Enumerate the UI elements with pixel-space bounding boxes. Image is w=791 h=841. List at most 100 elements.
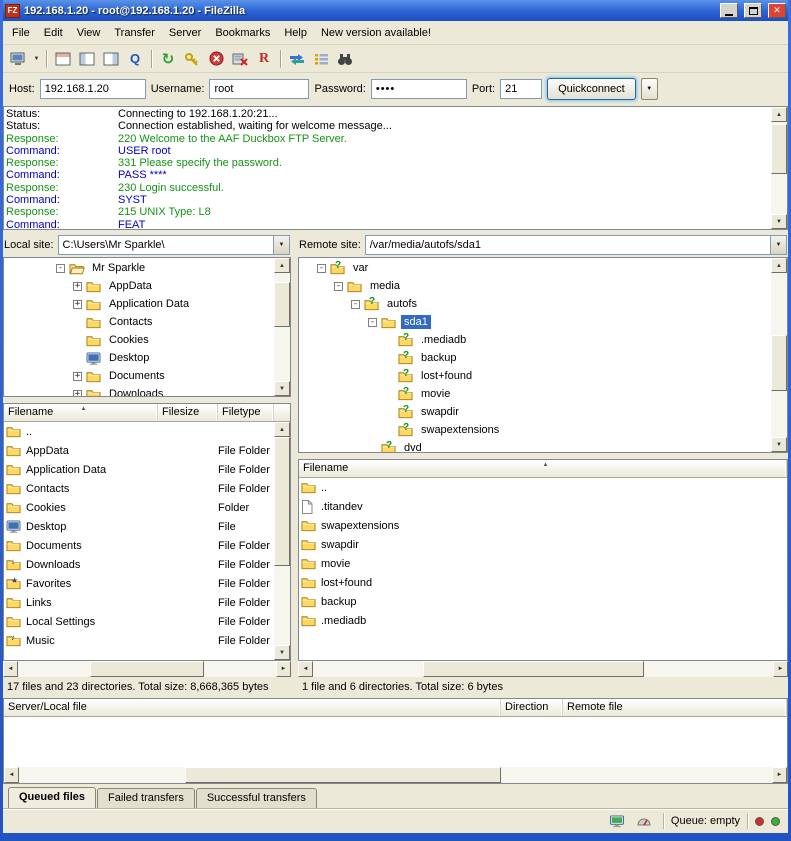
list-item-backup[interactable]: backup [299, 592, 787, 611]
tree-item-downloads[interactable]: +Downloads [5, 385, 273, 397]
column-header-direction[interactable]: Direction [501, 699, 563, 716]
column-header-remote-file[interactable]: Remote file [563, 699, 787, 716]
scroll-thumb[interactable] [771, 335, 787, 391]
expand-icon[interactable]: + [73, 372, 82, 381]
expand-icon[interactable]: + [73, 300, 82, 309]
tree-item-backup[interactable]: ?backup [300, 349, 770, 367]
site-manager-icon[interactable] [7, 48, 31, 70]
local-tree-vertical-scrollbar[interactable]: ▲ ▼ [274, 258, 290, 396]
cancel-icon[interactable] [204, 48, 228, 70]
scroll-thumb[interactable] [423, 661, 644, 677]
scroll-track[interactable] [19, 767, 772, 783]
menu-file[interactable]: File [5, 24, 37, 42]
scroll-track[interactable] [274, 437, 290, 645]
directory-comparison-icon[interactable] [285, 48, 309, 70]
collapse-icon[interactable]: - [334, 282, 343, 291]
chevron-down-icon[interactable]: ▼ [273, 236, 289, 254]
tree-item-contacts[interactable]: Contacts [5, 313, 273, 331]
tree-item-documents[interactable]: +Documents [5, 367, 273, 385]
password-input[interactable] [371, 79, 467, 99]
list-item--mediadb[interactable]: .mediadb [299, 611, 787, 630]
expand-icon[interactable]: + [73, 390, 82, 398]
username-input[interactable] [209, 79, 309, 99]
list-item-desktop[interactable]: DesktopFile [4, 517, 274, 536]
scroll-thumb[interactable] [274, 282, 290, 327]
list-item-music[interactable]: ♪MusicFile Folder [4, 631, 274, 650]
chevron-down-icon[interactable]: ▼ [770, 236, 786, 254]
list-item-contacts[interactable]: ContactsFile Folder [4, 479, 274, 498]
scroll-up-button[interactable]: ▲ [771, 258, 787, 273]
collapse-icon[interactable]: - [351, 300, 360, 309]
scroll-thumb[interactable] [90, 661, 204, 677]
column-header-filesize[interactable]: Filesize [158, 404, 218, 421]
expand-icon[interactable]: + [73, 282, 82, 291]
toggle-message-log-icon[interactable] [51, 48, 75, 70]
find-files-icon[interactable] [333, 48, 357, 70]
column-header-filetype[interactable]: Filetype [218, 404, 274, 421]
keys-icon[interactable] [180, 48, 204, 70]
tree-item-application-data[interactable]: +Application Data [5, 295, 273, 313]
list-item-local-settings[interactable]: Local SettingsFile Folder [4, 612, 274, 631]
list-item--titandev[interactable]: .titandev [299, 497, 787, 516]
menu-bookmarks[interactable]: Bookmarks [208, 24, 277, 42]
scroll-thumb[interactable] [274, 437, 290, 566]
tree-item-media[interactable]: -media [300, 277, 770, 295]
tree-item-desktop[interactable]: Desktop [5, 349, 273, 367]
column-header-filename[interactable]: Filename▲ [4, 404, 158, 421]
remote-list-horizontal-scrollbar[interactable]: ◄ ► [298, 661, 788, 677]
tree-item-swapextensions[interactable]: ?swapextensions [300, 421, 770, 439]
scroll-track[interactable] [313, 661, 773, 677]
scroll-down-button[interactable]: ▼ [771, 437, 787, 452]
list-item-swapextensions[interactable]: swapextensions [299, 516, 787, 535]
tab-queued-files[interactable]: Queued files [8, 787, 96, 808]
scroll-track[interactable] [771, 122, 787, 214]
list-item-swapdir[interactable]: swapdir [299, 535, 787, 554]
list-item--[interactable]: .. [4, 422, 274, 441]
tree-item-cookies[interactable]: Cookies [5, 331, 273, 349]
scroll-down-button[interactable]: ▼ [274, 381, 290, 396]
tab-successful-transfers[interactable]: Successful transfers [196, 788, 317, 808]
tree-item-var[interactable]: -?var [300, 259, 770, 277]
scroll-right-button[interactable]: ► [276, 661, 291, 677]
scroll-track[interactable] [771, 273, 787, 437]
site-manager-dropdown-icon[interactable]: ▼ [31, 48, 42, 70]
port-input[interactable] [500, 79, 542, 99]
encryption-status-icon[interactable] [609, 815, 625, 828]
list-item-links[interactable]: LinksFile Folder [4, 593, 274, 612]
scroll-right-button[interactable]: ► [773, 661, 788, 677]
tree-item-movie[interactable]: ?movie [300, 385, 770, 403]
collapse-icon[interactable]: - [368, 318, 377, 327]
tree-item-dvd[interactable]: ?dvd [300, 439, 770, 453]
close-button[interactable]: ✕ [768, 3, 786, 18]
speed-limit-icon[interactable] [636, 815, 652, 828]
list-item-downloads[interactable]: ↓DownloadsFile Folder [4, 555, 274, 574]
remote-tree-vertical-scrollbar[interactable]: ▲ ▼ [771, 258, 787, 452]
list-item-lost-found[interactable]: lost+found [299, 573, 787, 592]
list-item-favorites[interactable]: ★FavoritesFile Folder [4, 574, 274, 593]
transfer-queue-body[interactable] [4, 717, 787, 767]
menu-help[interactable]: Help [277, 24, 314, 42]
titlebar[interactable]: FZ 192.168.1.20 - root@192.168.1.20 - Fi… [3, 0, 788, 21]
pane-splitter[interactable] [291, 233, 298, 697]
disconnect-icon[interactable] [228, 48, 252, 70]
scroll-up-button[interactable]: ▲ [274, 258, 290, 273]
scroll-left-button[interactable]: ◄ [3, 661, 18, 677]
queue-horizontal-scrollbar[interactable]: ◄ ► [4, 767, 787, 783]
menu-transfer[interactable]: Transfer [107, 24, 162, 42]
local-site-combobox[interactable]: C:\Users\Mr Sparkle\ ▼ [58, 235, 290, 255]
quickconnect-dropdown-button[interactable]: ▼ [641, 78, 658, 100]
tab-failed-transfers[interactable]: Failed transfers [97, 788, 195, 808]
tree-item-appdata[interactable]: +AppData [5, 277, 273, 295]
list-item-documents[interactable]: DocumentsFile Folder [4, 536, 274, 555]
toggle-remote-tree-icon[interactable] [99, 48, 123, 70]
tree-item-sda1[interactable]: -sda1 [300, 313, 770, 331]
menu-edit[interactable]: Edit [37, 24, 70, 42]
filter-icon[interactable] [309, 48, 333, 70]
collapse-icon[interactable]: - [317, 264, 326, 273]
scroll-down-button[interactable]: ▼ [771, 214, 787, 229]
minimize-button[interactable] [720, 3, 738, 18]
toggle-local-tree-icon[interactable] [75, 48, 99, 70]
local-list-vertical-scrollbar[interactable]: ▲ ▼ [274, 422, 290, 660]
host-input[interactable] [40, 79, 146, 99]
list-item-appdata[interactable]: AppDataFile Folder [4, 441, 274, 460]
